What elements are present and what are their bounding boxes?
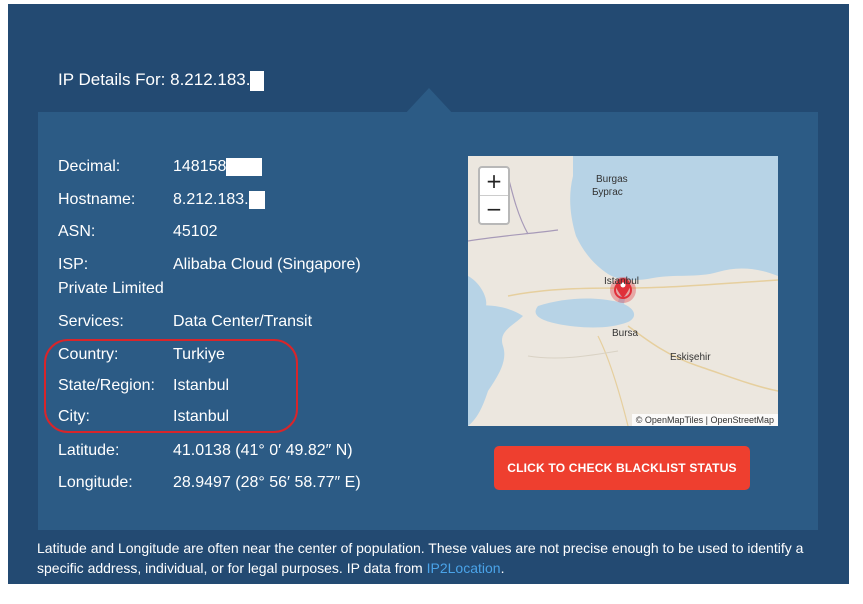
redaction-mark bbox=[226, 157, 263, 176]
label-services: Services: bbox=[58, 313, 124, 330]
label-asn: ASN: bbox=[58, 223, 96, 240]
map-tiles bbox=[468, 156, 778, 426]
details-panel: Decimal: 148158 Hostname: 8.212.183. ASN… bbox=[38, 112, 818, 530]
location-highlight-annotation bbox=[44, 339, 298, 433]
label-isp: ISP: bbox=[58, 256, 89, 273]
value-decimal: 148158 bbox=[173, 156, 263, 178]
map-label-burgas: Burgas bbox=[596, 174, 628, 185]
footnote: Latitude and Longitude are often near th… bbox=[37, 538, 827, 578]
zoom-in-button[interactable]: + bbox=[480, 168, 508, 195]
label-hostname: Hostname: bbox=[58, 191, 136, 208]
map-label-istanbul: Istanbul bbox=[604, 276, 640, 287]
value-latitude: 41.0138 (41° 0′ 49.82″ N) bbox=[173, 442, 353, 459]
redaction-mark bbox=[250, 70, 265, 91]
value-services: Data Center/Transit bbox=[173, 313, 313, 330]
value-hostname-text: 8.212.183. bbox=[173, 191, 249, 208]
label-latitude: Latitude: bbox=[58, 442, 120, 459]
footnote-text: Latitude and Longitude are often near th… bbox=[37, 540, 804, 576]
label-decimal: Decimal: bbox=[58, 158, 121, 175]
footnote-end: . bbox=[500, 560, 505, 576]
zoom-out-button[interactable]: − bbox=[480, 196, 508, 223]
value-longitude: 28.9497 (28° 56′ 58.77″ E) bbox=[173, 474, 361, 491]
map-label-bursa: Bursa bbox=[612, 328, 639, 339]
header-title-text: IP Details For: 8.212.183. bbox=[58, 70, 251, 89]
map-attribution[interactable]: © OpenMapTiles | OpenStreetMap bbox=[631, 414, 778, 426]
value-isp-continued: Private Limited bbox=[58, 280, 164, 297]
value-asn: 45102 bbox=[173, 223, 218, 240]
header-title: IP Details For: 8.212.183. bbox=[58, 70, 265, 91]
value-isp: Alibaba Cloud (Singapore) bbox=[173, 256, 361, 273]
label-longitude: Longitude: bbox=[58, 474, 133, 491]
ip-details-card: IP Details For: 8.212.183. Decimal: 1481… bbox=[8, 4, 849, 584]
value-decimal-text: 148158 bbox=[173, 158, 227, 175]
location-map[interactable]: Burgas Бургас Istanbul Bursa Eskişehir +… bbox=[468, 156, 778, 426]
redaction-mark bbox=[248, 190, 265, 209]
ip2location-link[interactable]: IP2Location bbox=[427, 560, 501, 576]
map-label-burgas-cyrillic: Бургас bbox=[592, 187, 623, 198]
map-label-eskisehir: Eskişehir bbox=[670, 352, 711, 363]
value-hostname: 8.212.183. bbox=[173, 189, 265, 211]
check-blacklist-button[interactable]: CLICK TO CHECK BLACKLIST STATUS bbox=[494, 446, 750, 490]
map-zoom-control: + − bbox=[478, 166, 510, 225]
